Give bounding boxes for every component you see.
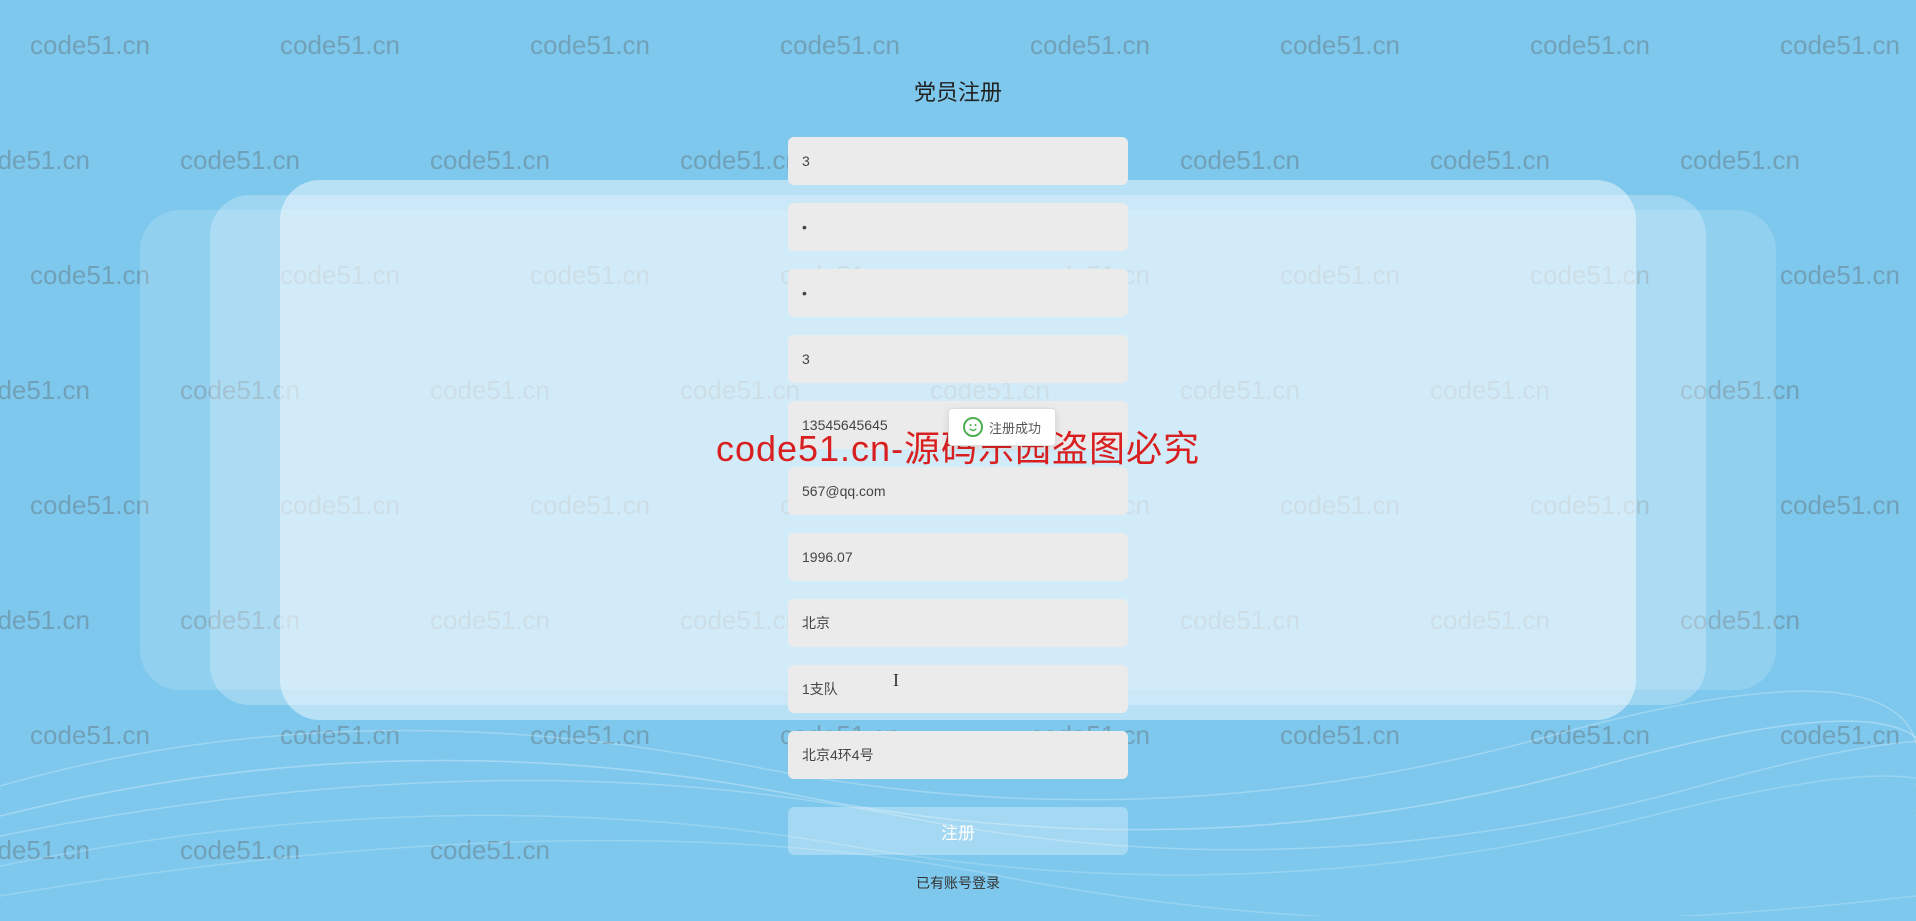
watermark: code51.cn bbox=[180, 145, 300, 176]
watermark: code51.cn bbox=[30, 490, 150, 521]
password-field[interactable] bbox=[788, 203, 1128, 251]
username-field[interactable] bbox=[788, 137, 1128, 185]
watermark: code51.cn bbox=[430, 145, 550, 176]
watermark: code51.cn bbox=[30, 260, 150, 291]
watermark: code51.cn bbox=[430, 835, 550, 866]
watermark: code51.cn bbox=[1280, 720, 1400, 751]
branch-field[interactable] bbox=[788, 665, 1128, 713]
address-field[interactable] bbox=[788, 731, 1128, 779]
watermark: code51.cn bbox=[0, 835, 90, 866]
watermark: code51.cn bbox=[530, 720, 650, 751]
watermark: code51.cn bbox=[1030, 30, 1150, 61]
email-field[interactable] bbox=[788, 467, 1128, 515]
watermark: code51.cn bbox=[780, 30, 900, 61]
city-field[interactable] bbox=[788, 599, 1128, 647]
watermark: code51.cn bbox=[180, 835, 300, 866]
watermark: code51.cn bbox=[0, 145, 90, 176]
watermark: code51.cn bbox=[0, 375, 90, 406]
watermark: code51.cn bbox=[1280, 30, 1400, 61]
watermark: code51.cn bbox=[0, 605, 90, 636]
login-link[interactable]: 已有账号登录 bbox=[916, 873, 1000, 893]
watermark: code51.cn bbox=[530, 30, 650, 61]
watermark: code51.cn bbox=[30, 720, 150, 751]
watermark: code51.cn bbox=[1780, 720, 1900, 751]
watermark: code51.cn bbox=[280, 720, 400, 751]
registration-form: 党员注册 注册 已有账号登录 bbox=[783, 75, 1133, 893]
watermark: code51.cn bbox=[1180, 145, 1300, 176]
watermark: code51.cn bbox=[680, 145, 800, 176]
form-title: 党员注册 bbox=[914, 75, 1002, 107]
watermark: code51.cn bbox=[1530, 720, 1650, 751]
register-button[interactable]: 注册 bbox=[788, 807, 1128, 855]
watermark: code51.cn bbox=[30, 30, 150, 61]
success-tooltip: 注册成功 bbox=[948, 408, 1056, 446]
confirm-password-field[interactable] bbox=[788, 269, 1128, 317]
id-number-field[interactable] bbox=[788, 335, 1128, 383]
tooltip-text: 注册成功 bbox=[989, 418, 1041, 437]
watermark: code51.cn bbox=[1530, 30, 1650, 61]
birth-date-field[interactable] bbox=[788, 533, 1128, 581]
smiley-icon bbox=[963, 417, 983, 437]
watermark: code51.cn bbox=[1780, 260, 1900, 291]
watermark: code51.cn bbox=[1680, 145, 1800, 176]
watermark: code51.cn bbox=[1780, 30, 1900, 61]
watermark: code51.cn bbox=[1430, 145, 1550, 176]
watermark: code51.cn bbox=[1780, 490, 1900, 521]
watermark: code51.cn bbox=[280, 30, 400, 61]
